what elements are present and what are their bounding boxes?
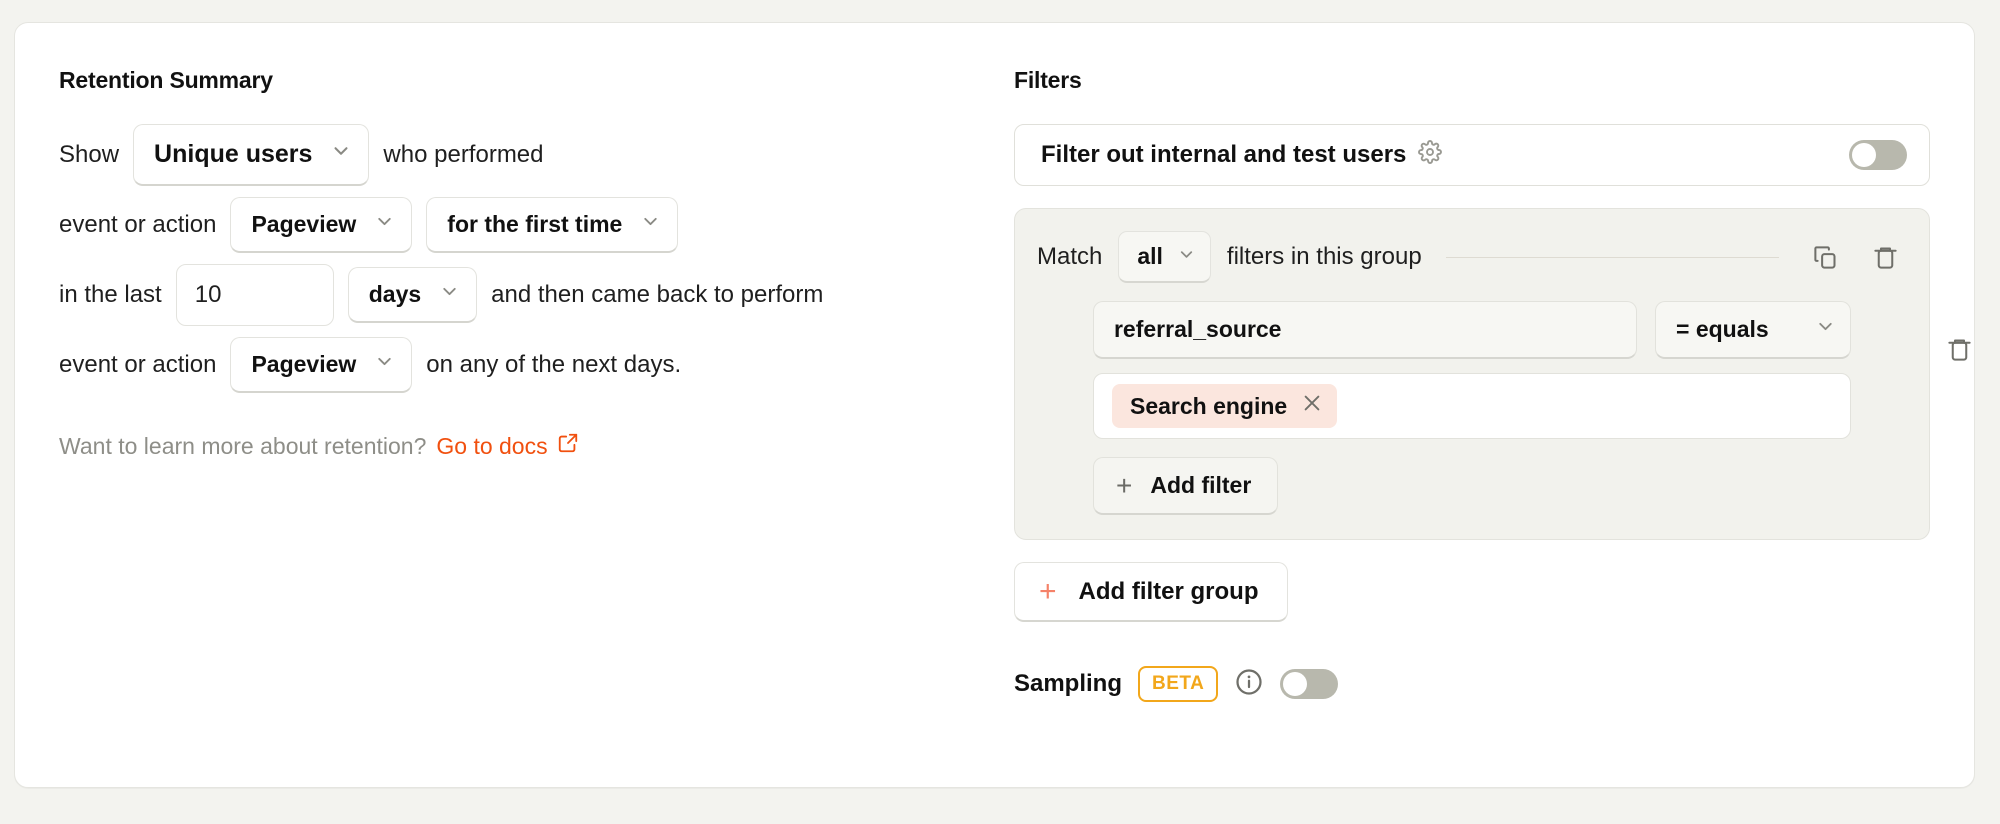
came-back-label: and then came back to perform (491, 281, 824, 308)
close-icon[interactable] (1301, 392, 1323, 420)
retention-row-start-event: event or action Pageview for the first t… (59, 194, 1014, 256)
property-value: referral_source (1113, 316, 1282, 342)
internal-test-users-label: Filter out internal and test users (1040, 141, 1407, 168)
event-or-action-label-2: event or action (59, 351, 217, 378)
match-type-select[interactable]: all (1118, 231, 1211, 283)
plus-icon: + (1115, 469, 1133, 501)
delete-group-icon[interactable] (1863, 235, 1907, 279)
return-event-select[interactable]: Pageview (230, 337, 413, 393)
retention-row-return-event: event or action Pageview on any of the n… (59, 334, 1014, 396)
retention-summary-panel: Retention Summary Show Unique users who … (15, 23, 1014, 787)
value-pill-label: Search engine (1129, 392, 1288, 419)
sampling-row: Sampling BETA (1014, 666, 1930, 702)
add-filter-group-label: Add filter group (1078, 577, 1259, 605)
filter-row: referral_source = equals (1092, 301, 1851, 359)
retention-row-period: in the last days and then came back to p… (59, 264, 1014, 326)
sampling-label: Sampling (1013, 670, 1122, 697)
period-unit-select[interactable]: days (347, 267, 478, 323)
toggle-knob (1852, 143, 1876, 167)
beta-badge: BETA (1138, 666, 1219, 702)
go-to-docs-label: Go to docs (436, 432, 548, 459)
external-link-icon (557, 432, 579, 460)
filter-group: Match all filters in this group referral… (1013, 208, 1971, 540)
filter-group-header: Match all filters in this group (1037, 231, 1907, 283)
internal-test-users-row: Filter out internal and test users (1013, 124, 1930, 186)
sampling-toggle[interactable] (1280, 669, 1339, 699)
config-columns: Retention Summary Show Unique users who … (15, 23, 1974, 787)
internal-test-users-label-group: Filter out internal and test users (1040, 139, 1443, 171)
delete-filter-row-icon[interactable] (1937, 327, 1981, 371)
toggle-knob (1283, 672, 1308, 696)
header-divider (1445, 256, 1779, 258)
gear-icon[interactable] (1418, 139, 1443, 171)
recurrence-select[interactable]: for the first time (426, 197, 679, 253)
helper-label: Want to learn more about retention? (59, 432, 427, 459)
retention-row-target: Show Unique users who performed (59, 124, 1014, 186)
target-entity-value: Unique users (154, 140, 313, 168)
return-event-value: Pageview (251, 351, 357, 377)
who-performed-label: who performed (383, 141, 544, 168)
info-icon[interactable] (1234, 667, 1264, 702)
operator-select[interactable]: = equals (1655, 301, 1851, 359)
next-days-label: on any of the next days. (426, 351, 682, 378)
operator-value: = equals (1676, 316, 1769, 342)
chevron-down-icon (439, 281, 460, 308)
add-filter-button[interactable]: + Add filter (1092, 457, 1279, 515)
insight-config-card: Retention Summary Show Unique users who … (14, 22, 1975, 788)
chevron-down-icon (1177, 243, 1196, 270)
go-to-docs-link[interactable]: Go to docs (436, 432, 578, 460)
chevron-down-icon (374, 351, 395, 378)
chevron-down-icon (330, 140, 352, 169)
plus-icon: + (1038, 574, 1057, 608)
event-or-action-label-1: event or action (59, 211, 217, 238)
filters-title: Filters (1013, 67, 1082, 93)
chevron-down-icon (640, 211, 661, 238)
filters-panel: Filters Filter out internal and test use… (1013, 23, 1974, 787)
duplicate-icon[interactable] (1803, 235, 1847, 279)
filters-in-group-label: filters in this group (1226, 243, 1422, 270)
show-label: Show (59, 141, 120, 168)
property-select[interactable]: referral_source (1092, 301, 1637, 359)
chevron-down-icon (1815, 316, 1836, 343)
match-label: Match (1036, 243, 1103, 270)
add-filter-group-button[interactable]: + Add filter group (1013, 562, 1288, 622)
recurrence-value: for the first time (447, 211, 623, 237)
period-unit-value: days (368, 281, 422, 307)
page-title: Retention Summary (59, 67, 273, 93)
value-pill: Search engine (1111, 384, 1338, 428)
retention-helper-text: Want to learn more about retention? Go t… (59, 432, 1014, 460)
start-event-value: Pageview (251, 211, 357, 237)
start-event-select[interactable]: Pageview (230, 197, 413, 253)
internal-test-users-toggle[interactable] (1849, 140, 1907, 170)
chevron-down-icon (374, 211, 395, 238)
property-value-input[interactable]: Search engine (1092, 373, 1851, 439)
target-entity-select[interactable]: Unique users (133, 124, 370, 186)
filter-group-body: referral_source = equals Search engine +… (1037, 301, 1907, 515)
add-filter-label: Add filter (1150, 472, 1252, 498)
period-value-input[interactable] (175, 264, 334, 326)
match-type-value: all (1137, 243, 1163, 269)
in-the-last-label: in the last (59, 281, 162, 308)
